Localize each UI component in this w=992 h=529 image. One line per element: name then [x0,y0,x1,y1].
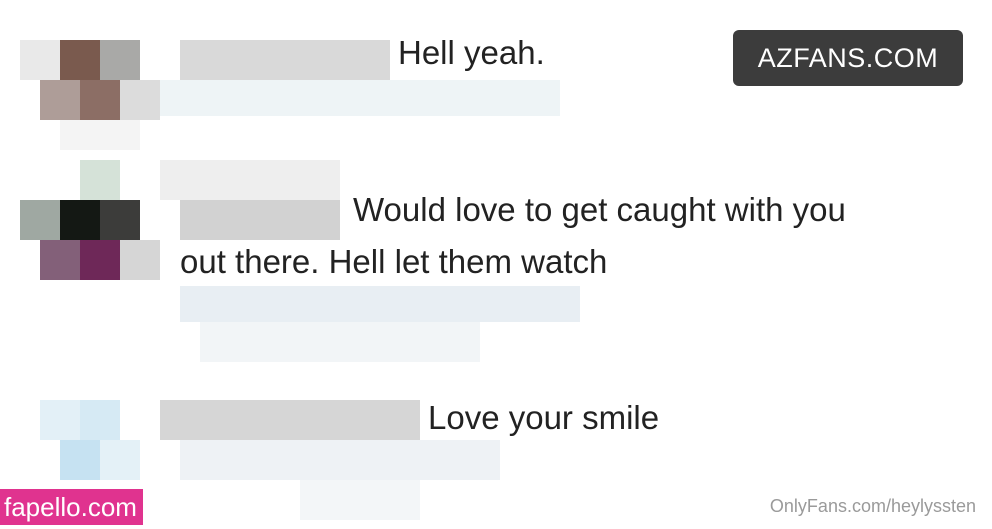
comment-text: out there. Hell let them watch [180,243,608,280]
comment-text: Love your smile [428,399,660,436]
comment-text: Hell yeah. [398,34,545,71]
fapello-watermark: fapello.com [0,489,143,525]
onlyfans-url-watermark: OnlyFans.com/heylyssten [769,496,976,516]
azfans-watermark: AZFANS.COM [733,30,963,86]
comment-text: Would love to get caught with you [353,191,846,228]
